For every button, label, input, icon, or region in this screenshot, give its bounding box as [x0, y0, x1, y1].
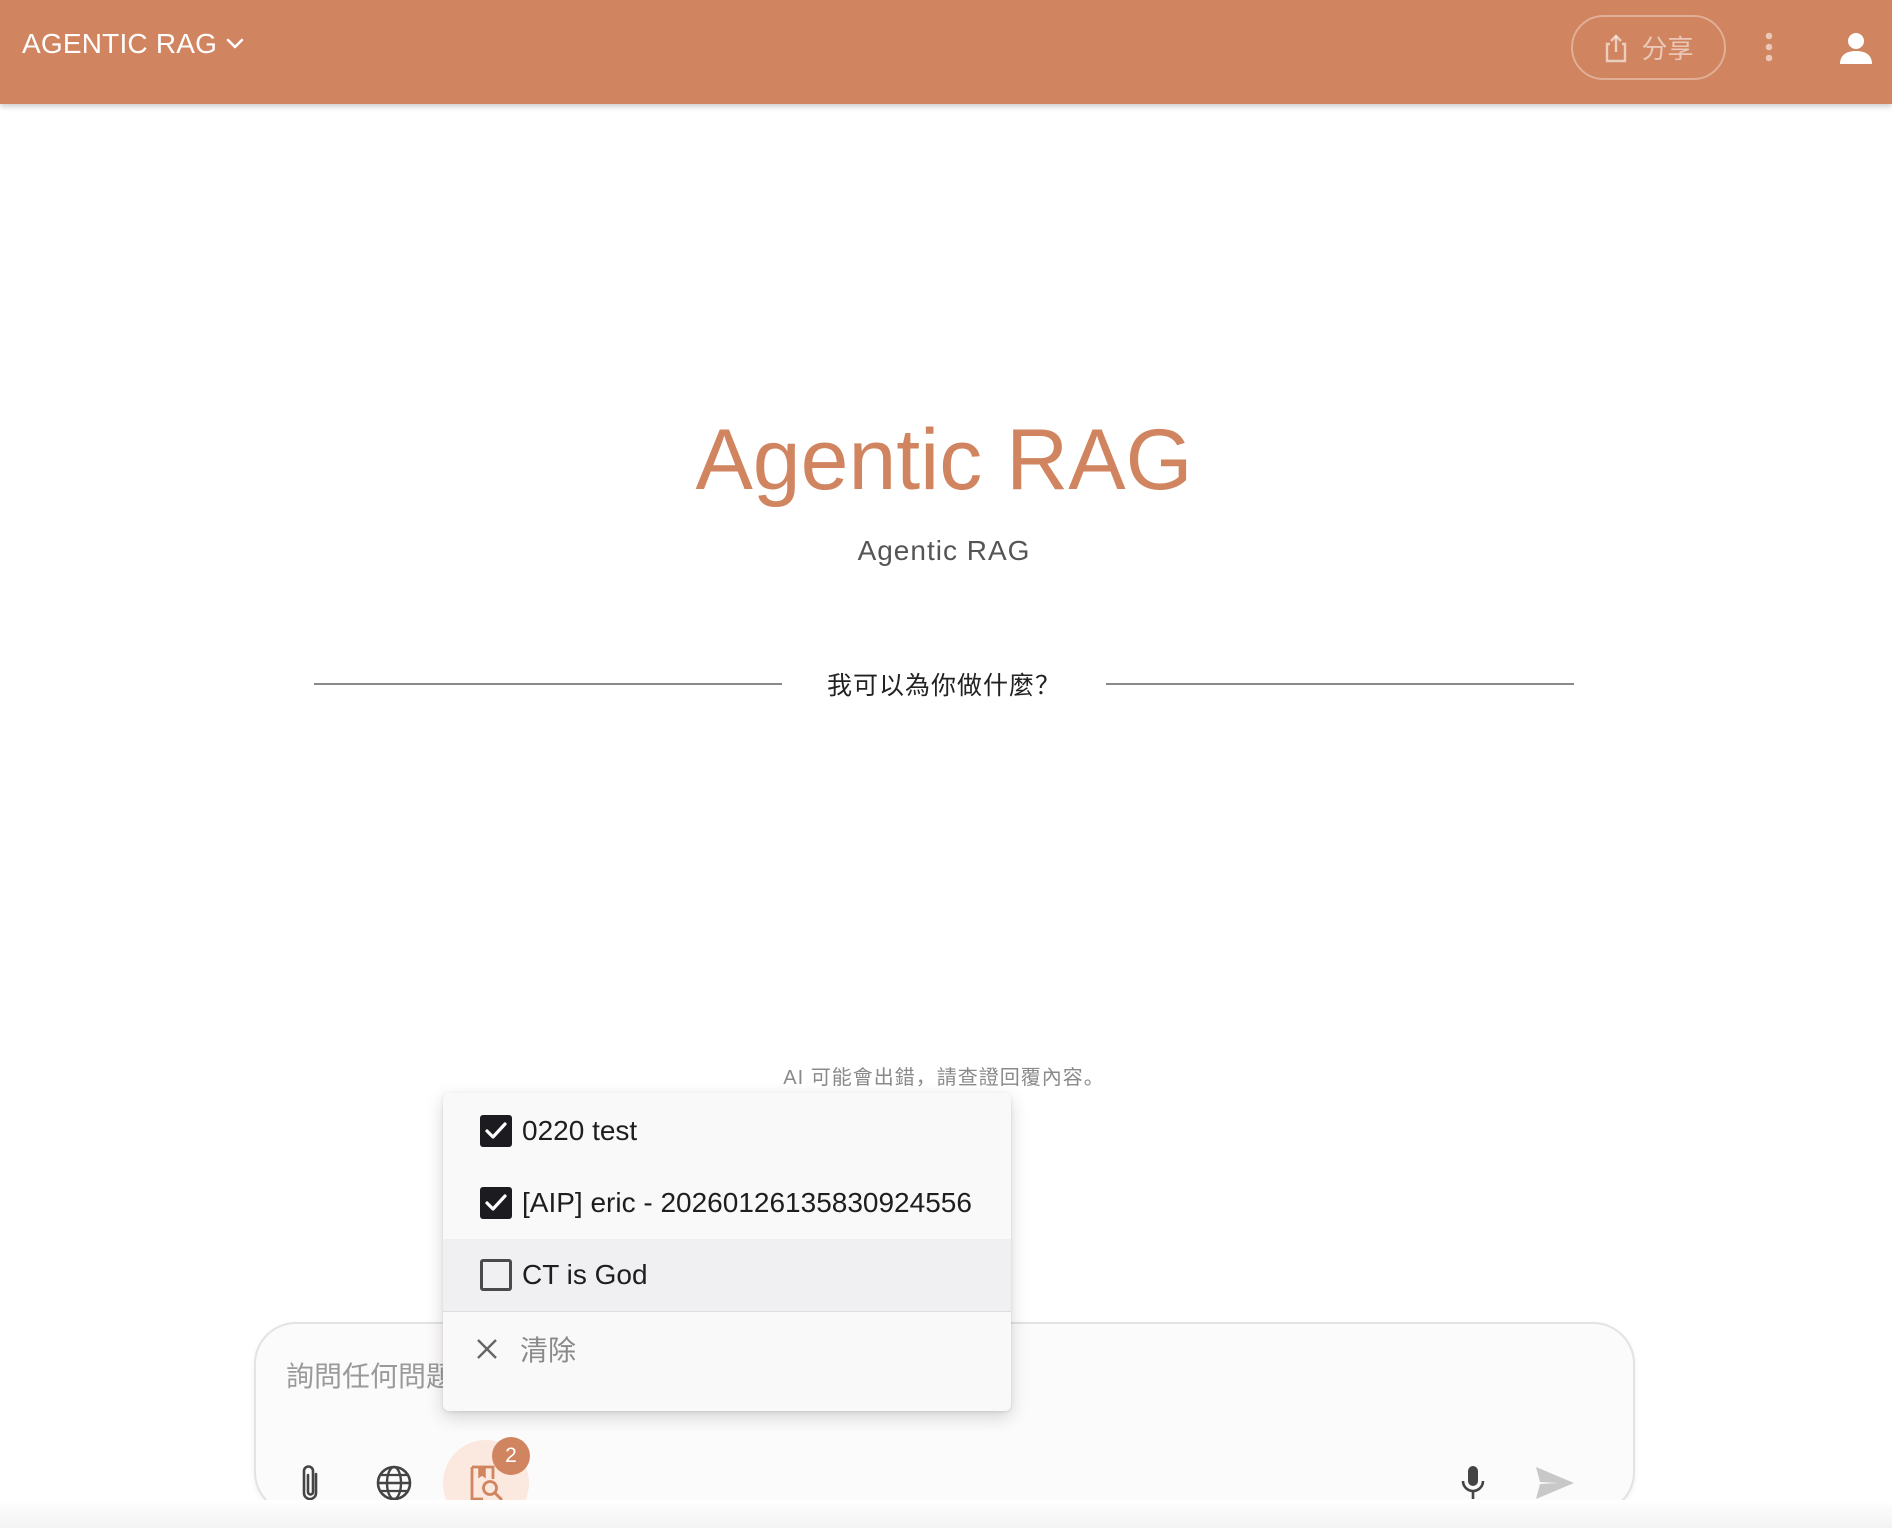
user-icon: [1840, 33, 1872, 64]
hero-title: Agentic RAG: [695, 412, 1193, 508]
prompt-text: 我可以為你做什麼？: [827, 672, 1062, 700]
bottom-fade: [0, 1500, 1892, 1528]
clear-label: 清除: [520, 1335, 577, 1366]
share-icon: [1606, 33, 1627, 62]
send-icon: [1536, 1467, 1574, 1499]
app-switcher[interactable]: AGENTIC RAG: [22, 28, 245, 60]
clear-selection-button[interactable]: 清除: [443, 1312, 1011, 1386]
chevron-down-icon: [226, 38, 244, 49]
share-button[interactable]: 分享: [1571, 15, 1726, 80]
close-icon: [477, 1339, 497, 1359]
more-vert-icon: [1765, 32, 1773, 62]
selected-count-badge: 2: [492, 1437, 530, 1475]
more-options-button[interactable]: [1752, 22, 1786, 72]
kb-item-label: CT is God: [522, 1259, 648, 1290]
kb-item-label: [AIP] eric - 20260126135830924556: [522, 1187, 972, 1218]
checkbox-unchecked-icon[interactable]: [480, 1259, 512, 1291]
user-account-button[interactable]: [1836, 25, 1876, 71]
attach-icon: [302, 1465, 318, 1501]
checkbox-checked-icon[interactable]: [480, 1187, 512, 1219]
checkbox-checked-icon[interactable]: [480, 1115, 512, 1147]
kb-menu-item[interactable]: CT is God: [443, 1239, 1011, 1311]
share-label: 分享: [1641, 34, 1694, 64]
kb-menu-item[interactable]: 0220 test: [443, 1095, 1011, 1167]
knowledge-base-menu: 0220 test [AIP] eric - 20260126135830924…: [443, 1093, 1011, 1411]
top-bar: AGENTIC RAG 分享: [0, 0, 1892, 104]
globe-icon: [376, 1465, 412, 1501]
hero-subtitle: Agentic RAG: [857, 535, 1031, 566]
disclaimer-text: AI 可能會出錯，請查證回覆內容。: [783, 1067, 1105, 1089]
kb-menu-item[interactable]: [AIP] eric - 20260126135830924556: [443, 1167, 1011, 1239]
divider-line-left: [314, 683, 782, 685]
prompt-divider: 我可以為你做什麼？: [314, 664, 1575, 704]
divider-line-right: [1106, 683, 1575, 685]
mic-icon: [1461, 1466, 1485, 1499]
app-title: AGENTIC RAG: [22, 28, 218, 59]
kb-item-label: 0220 test: [522, 1115, 638, 1146]
